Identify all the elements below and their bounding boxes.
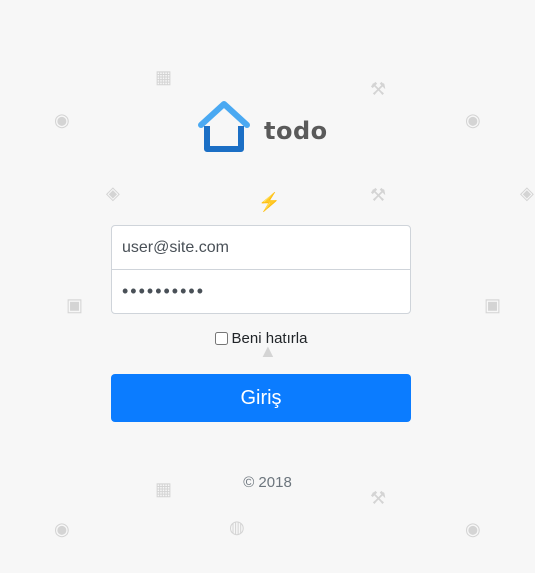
login-button[interactable]: Giriş bbox=[111, 374, 411, 422]
background-tool-icon: ⚒ bbox=[370, 488, 387, 508]
brand-name: todo bbox=[264, 117, 328, 145]
remember-me-option[interactable]: Beni hatırla bbox=[111, 330, 411, 347]
house-icon bbox=[198, 101, 250, 152]
background-dot-icon: ◈ bbox=[520, 183, 534, 203]
background-eye-icon: ◉ bbox=[465, 110, 481, 130]
login-page: ◉ ▦ ⚒ ◉ ◈ ⚡ ⚒ ◈ ▣ ▣ ▲ ▦ ⚒ ◉ ◍ ◉ todo Ben… bbox=[0, 0, 535, 573]
background-dot-icon: ◈ bbox=[106, 183, 120, 203]
email-field[interactable] bbox=[111, 225, 411, 270]
background-tool-icon: ⚒ bbox=[370, 79, 387, 99]
password-field[interactable] bbox=[111, 269, 411, 314]
brand-logo: todo bbox=[194, 100, 328, 154]
background-eye-icon: ◉ bbox=[465, 519, 481, 539]
background-eye-icon: ◉ bbox=[54, 519, 70, 539]
background-flash-icon: ⚡ bbox=[258, 192, 281, 212]
background-chip-icon: ▣ bbox=[484, 295, 502, 315]
remember-me-label: Beni hatırla bbox=[231, 330, 308, 347]
remember-me-checkbox[interactable] bbox=[214, 332, 228, 345]
copyright-text: © 2018 bbox=[243, 474, 292, 491]
background-tool-icon: ⚒ bbox=[370, 185, 387, 205]
background-chip-icon: ▣ bbox=[66, 295, 84, 315]
background-eye-icon: ◉ bbox=[54, 110, 70, 130]
background-grid-icon: ▦ bbox=[155, 67, 173, 87]
background-camera-icon: ◍ bbox=[229, 517, 245, 537]
login-form: Beni hatırla Giriş bbox=[111, 225, 411, 422]
